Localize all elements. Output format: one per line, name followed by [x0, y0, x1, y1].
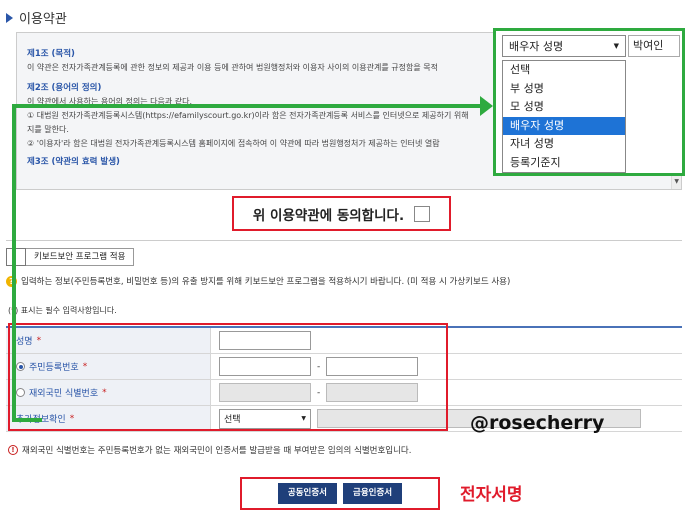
section-title-text: 이용약관: [19, 12, 67, 27]
chevron-down-icon: ▼: [613, 42, 619, 50]
keyboard-security-checkbox[interactable]: [6, 248, 26, 266]
watermark: @rosecherry: [470, 412, 605, 434]
connector-line-horizontal: [12, 104, 484, 108]
triangle-bullet-icon: [6, 12, 13, 23]
agree-terms-row[interactable]: 위 이용약관에 동의합니다.: [232, 196, 451, 231]
keyboard-notice-text: 입력하는 정보(주민등록번호, 비밀번호 등)의 유출 방지를 위해 키보드보안…: [21, 277, 511, 287]
relation-select[interactable]: 배우자 성명 ▼: [502, 35, 626, 57]
connector-line-bottom: [12, 418, 42, 422]
keyboard-security-label[interactable]: 키보드보안 프로그램 적용: [26, 248, 135, 266]
connector-line-vertical: [12, 104, 16, 422]
agree-terms-label: 위 이용약관에 동의합니다.: [252, 207, 405, 224]
esign-annotation-label: 전자서명: [460, 485, 523, 505]
relation-option[interactable]: 자녀 성명: [503, 135, 625, 154]
relation-option[interactable]: 선택: [503, 61, 625, 80]
required-note: (*) 표시는 필수 입력사항입니다.: [8, 306, 117, 315]
section-title: 이용약관: [6, 8, 67, 27]
foreign-id-notice: ! 재외국민 식별번호는 주민등록번호가 없는 재외국민이 인증서를 발급받을 …: [8, 444, 411, 456]
public-cert-button[interactable]: 공동인증서: [277, 483, 337, 504]
relation-option[interactable]: 모 성명: [503, 98, 625, 117]
divider: [6, 240, 682, 241]
keyboard-security-notice: ? 입력하는 정보(주민등록번호, 비밀번호 등)의 유출 방지를 위해 키보드…: [6, 275, 510, 287]
cert-buttons-annotation: 공동인증서 금융인증서: [240, 477, 440, 510]
scroll-down-icon[interactable]: ▼: [674, 175, 679, 189]
keyboard-security-toggle[interactable]: 키보드보안 프로그램 적용: [6, 248, 135, 266]
relation-select-value: 배우자 성명: [509, 40, 564, 53]
relation-option[interactable]: 등록기준지: [503, 154, 625, 173]
form-highlight-annotation: [8, 323, 448, 431]
relation-option[interactable]: 부 성명: [503, 80, 625, 99]
agree-terms-checkbox[interactable]: [414, 205, 431, 222]
arrow-right-icon: [480, 96, 493, 116]
relation-option-selected[interactable]: 배우자 성명: [503, 116, 625, 135]
foreign-id-notice-text: 재외국민 식별번호는 주민등록번호가 없는 재외국민이 인증서를 발급받을 때 …: [22, 446, 412, 456]
relation-name-input[interactable]: 박여인: [628, 35, 680, 57]
exclamation-icon: !: [8, 445, 18, 455]
relation-options-list: 선택 부 성명 모 성명 배우자 성명 자녀 성명 등록기준지: [502, 60, 626, 173]
financial-cert-button[interactable]: 금융인증서: [343, 483, 403, 504]
